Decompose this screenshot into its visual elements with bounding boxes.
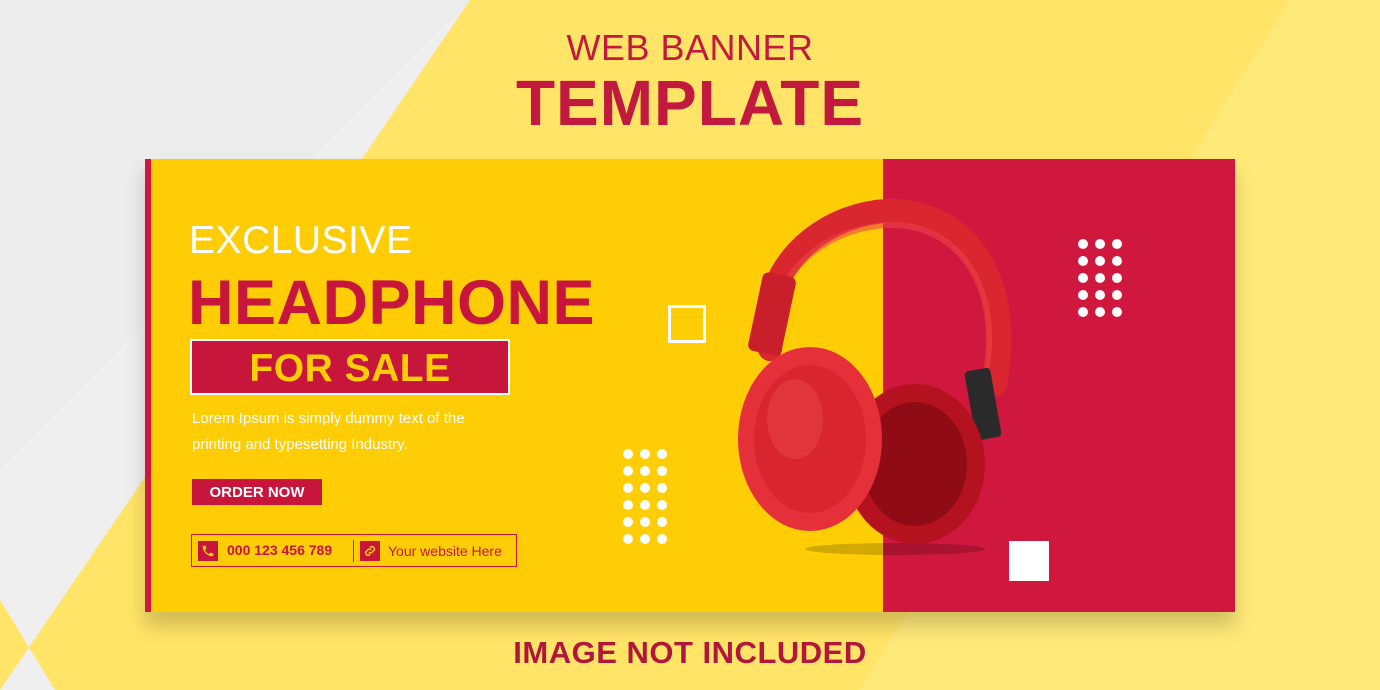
- order-now-button[interactable]: ORDER NOW: [192, 479, 322, 505]
- link-icon: [360, 541, 380, 561]
- sale-tag-label: FOR SALE: [249, 347, 451, 390]
- banner-left-stripe: [145, 159, 151, 612]
- banner-eyebrow: EXCLUSIVE: [189, 219, 413, 262]
- footer-note: IMAGE NOT INCLUDED: [513, 635, 867, 670]
- dot-grid-decoration-top: [1078, 239, 1122, 317]
- banner-body-text: Lorem Ipsum is simply dummy text of the …: [192, 406, 512, 458]
- headphones-image: [738, 199, 1012, 555]
- phone-icon: [198, 541, 218, 561]
- header-subtitle: WEB BANNER: [566, 27, 814, 68]
- phone-number[interactable]: 000 123 456 789: [227, 542, 332, 558]
- banner-headline: HEADPHONE: [188, 268, 596, 338]
- contact-bar: 000 123 456 789 Your website Here: [191, 534, 517, 567]
- contact-divider: [353, 540, 354, 562]
- outline-square-decoration: [668, 305, 706, 343]
- website-link[interactable]: Your website Here: [388, 543, 502, 559]
- body-line-2: printing and typesetting Industry.: [192, 436, 408, 453]
- sale-tag: FOR SALE: [190, 339, 510, 395]
- header-title: TEMPLATE: [515, 67, 865, 139]
- dot-grid-decoration-bottom: [623, 449, 667, 544]
- web-banner: EXCLUSIVE HEADPHONE FOR SALE Lorem Ipsum…: [145, 159, 1235, 612]
- body-line-1: Lorem Ipsum is simply dummy text of the: [192, 410, 465, 427]
